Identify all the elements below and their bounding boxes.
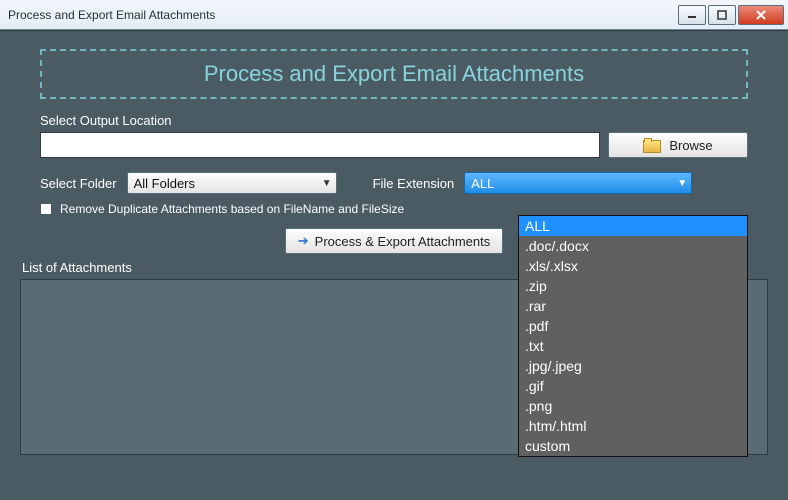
file-extension-option[interactable]: .png: [519, 396, 747, 416]
output-location-label: Select Output Location: [40, 113, 770, 128]
browse-button-label: Browse: [669, 138, 712, 153]
file-extension-option[interactable]: .pdf: [519, 316, 747, 336]
chevron-down-icon: ▼: [677, 178, 687, 189]
minimize-button[interactable]: [678, 5, 706, 25]
window-title: Process and Export Email Attachments: [8, 8, 215, 22]
close-button[interactable]: [738, 5, 784, 25]
select-folder-dropdown[interactable]: All Folders ▼: [127, 172, 337, 194]
output-location-input[interactable]: [40, 132, 600, 158]
file-extension-value: ALL: [471, 176, 494, 191]
file-extension-option[interactable]: .doc/.docx: [519, 236, 747, 256]
page-title-banner: Process and Export Email Attachments: [40, 49, 748, 99]
file-extension-option[interactable]: .rar: [519, 296, 747, 316]
file-extension-label: File Extension: [373, 176, 455, 191]
remove-duplicates-label: Remove Duplicate Attachments based on Fi…: [60, 202, 404, 216]
file-extension-option[interactable]: .txt: [519, 336, 747, 356]
folder-icon: [643, 138, 659, 152]
process-export-button[interactable]: ➔ Process & Export Attachments: [285, 228, 503, 254]
file-extension-option[interactable]: custom: [519, 436, 747, 456]
process-export-label: Process & Export Attachments: [315, 234, 491, 249]
maximize-button[interactable]: [708, 5, 736, 25]
file-extension-option[interactable]: .zip: [519, 276, 747, 296]
file-extension-option[interactable]: .jpg/.jpeg: [519, 356, 747, 376]
remove-duplicates-checkbox[interactable]: [40, 203, 52, 215]
select-folder-value: All Folders: [134, 176, 195, 191]
file-extension-options-list: ALL .doc/.docx .xls/.xlsx .zip .rar .pdf…: [518, 215, 748, 457]
file-extension-dropdown[interactable]: ALL ▼: [464, 172, 692, 194]
chevron-down-icon: ▼: [322, 178, 332, 189]
file-extension-option[interactable]: .xls/.xlsx: [519, 256, 747, 276]
select-folder-label: Select Folder: [40, 176, 117, 191]
file-extension-option[interactable]: .gif: [519, 376, 747, 396]
window-titlebar: Process and Export Email Attachments: [0, 0, 788, 30]
file-extension-option[interactable]: ALL: [519, 216, 747, 236]
window-controls: [676, 5, 784, 25]
arrow-right-icon: ➔: [298, 233, 309, 249]
browse-button[interactable]: Browse: [608, 132, 748, 158]
file-extension-option[interactable]: .htm/.html: [519, 416, 747, 436]
